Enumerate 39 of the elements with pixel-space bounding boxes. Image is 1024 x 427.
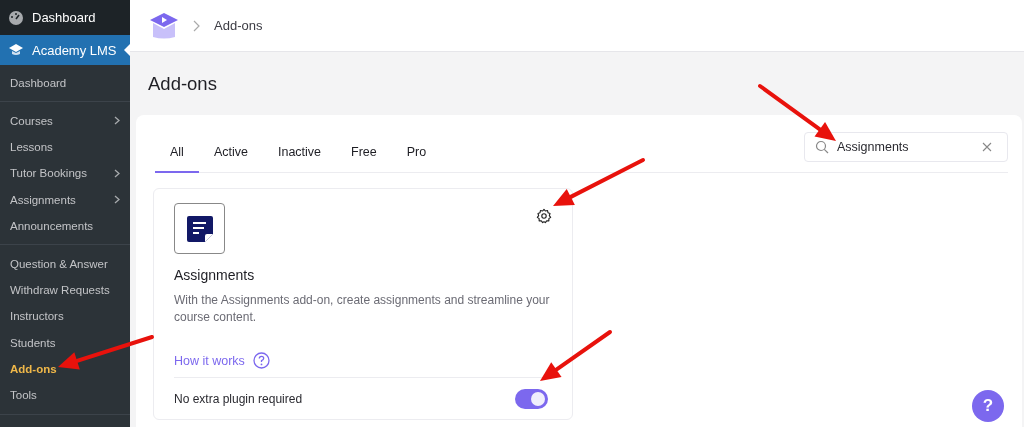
- settings-icon[interactable]: [536, 208, 552, 224]
- submenu-item[interactable]: Withdraw Requests: [0, 276, 130, 304]
- submenu-item[interactable]: Dashboard: [0, 70, 130, 97]
- search-icon: [815, 140, 829, 154]
- filter-tab[interactable]: Inactive: [262, 134, 337, 173]
- submenu-item[interactable]: Add-ons: [0, 355, 130, 383]
- submenu-item[interactable]: Courses: [0, 107, 130, 134]
- menu-label: Academy LMS: [32, 42, 117, 58]
- breadcrumb-item: Add-ons: [214, 18, 263, 33]
- submenu-item[interactable]: Question & Answer: [0, 250, 130, 277]
- submenu-item[interactable]: Tutor Bookings: [0, 160, 130, 187]
- submenu-item[interactable]: Announcements: [0, 212, 130, 240]
- submenu-item[interactable]: Instructors: [0, 303, 130, 330]
- annotation-arrow: [540, 330, 612, 381]
- cap-icon: [8, 43, 24, 57]
- addon-title: Assignments: [174, 267, 256, 283]
- filter-tab[interactable]: All: [155, 134, 199, 173]
- page-title: Add-ons: [147, 71, 217, 96]
- submenu-item[interactable]: Students: [0, 329, 130, 356]
- submenu-item[interactable]: Assignments: [0, 186, 130, 213]
- admin-menu-item[interactable]: Academy LMS: [0, 35, 130, 65]
- enable-toggle[interactable]: [515, 388, 548, 409]
- close-icon[interactable]: [982, 142, 992, 152]
- submenu-item[interactable]: Lessons: [0, 133, 130, 161]
- how-it-works-link[interactable]: How it works: [174, 353, 245, 368]
- search-field[interactable]: Assignments: [804, 132, 1008, 162]
- admin-menu-item[interactable]: Dashboard: [0, 0, 130, 35]
- document-icon: [174, 203, 225, 254]
- submenu-item[interactable]: Tools: [0, 382, 130, 409]
- logo-icon: [149, 11, 179, 40]
- filter-tab[interactable]: Active: [198, 134, 263, 173]
- chevron-right-icon: [193, 19, 200, 32]
- filter-tab[interactable]: Pro: [391, 134, 442, 173]
- menu-label: Dashboard: [32, 10, 96, 25]
- addon-description: With the Assignments add-on, create assignments and streamline your course content.: [174, 292, 551, 325]
- help-icon[interactable]: [252, 352, 270, 369]
- requirement-text: No extra plugin required: [174, 391, 303, 406]
- gauge-icon: [8, 9, 24, 26]
- filter-tab[interactable]: Free: [336, 134, 392, 173]
